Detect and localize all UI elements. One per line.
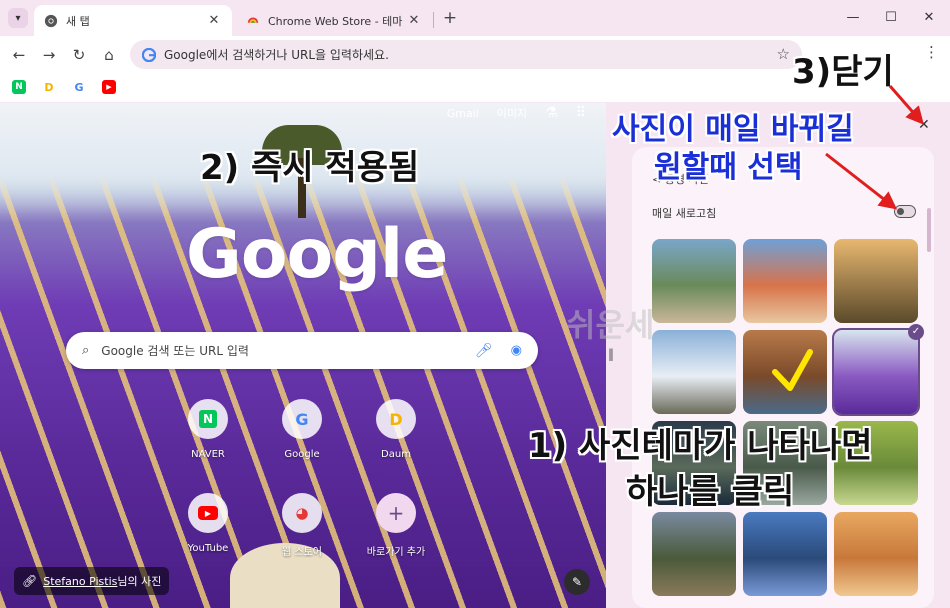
selected-check-icon: ✓ [908,324,924,340]
google-logo: Google [186,215,448,294]
minimize-button[interactable]: — [838,8,868,28]
tab-new-tab[interactable]: 새 탭 ✕ [34,5,232,36]
web-store-icon: ◕ [295,504,309,522]
youtube-bookmark[interactable]: ▶ [102,80,116,94]
images-link[interactable]: 이미지 [497,105,527,121]
annotation-step1-line2: 하나를 클릭 [626,472,795,512]
thumb-blue-lake[interactable] [743,512,827,596]
shortcut-web-store[interactable]: ◕ 웹 스토어 [262,493,342,558]
shortcut-label: 바로가기 추가 [366,547,426,558]
thumb-rocky-lake[interactable] [652,239,736,323]
home-icon[interactable]: ⌂ [98,44,120,66]
shortcut-youtube[interactable]: ▶ YouTube [168,493,248,554]
photo-author[interactable]: Stefano Pistis [43,575,117,588]
top-links: Gmail 이미지 ⚗ ⠿ [447,105,586,121]
tab-title: 새 탭 [66,14,90,28]
close-tab-icon[interactable]: ✕ [206,13,222,28]
daily-refresh-toggle[interactable] [894,205,916,218]
web-store-icon [247,17,259,23]
thumb-snowy-mountains[interactable] [652,330,736,414]
gmail-link[interactable]: Gmail [447,107,479,120]
photo-credit[interactable]: 🔗︎ Stefano Pistis 님의 사진 [14,567,170,595]
panel-scrollbar[interactable] [927,208,931,252]
shortcut-daum[interactable]: D Daum [356,399,436,460]
close-icon[interactable]: ✕ [918,117,930,133]
annotation-daily-line2: 원할때 선택 [654,150,803,185]
thumb-river-canyon[interactable] [743,330,827,414]
lens-camera-icon[interactable]: ◉ [511,343,522,358]
tab-title: Chrome Web Store - 테마 [268,14,403,28]
ntp-search-box[interactable]: ⌕ Google 검색 또는 URL 입력 🎤︎ ◉ [66,332,538,369]
tab-strip: ▾ 새 탭 ✕ Chrome Web Store - 테마 ✕ + — ☐ ✕ [0,0,950,36]
shortcut-label: YouTube [187,543,229,554]
shortcut-label: 웹 스토어 [282,547,322,558]
back-arrow-icon[interactable]: ← [8,44,30,66]
link-icon: 🔗︎ [22,574,38,588]
youtube-icon: ▶ [198,506,218,520]
address-placeholder: Google에서 검색하거나 URL을 입력하세요. [164,48,389,62]
window-close-button[interactable]: ✕ [914,8,944,28]
panel-resize-handle[interactable]: ‖ [606,103,618,608]
tab-search-button[interactable]: ▾ [8,8,28,28]
plus-icon: + [387,501,405,525]
shortcut-add[interactable]: + 바로가기 추가 [356,493,436,558]
chrome-icon [44,14,58,27]
forward-arrow-icon[interactable]: → [38,44,60,66]
maximize-button[interactable]: ☐ [876,8,906,28]
address-bar[interactable]: Google에서 검색하거나 URL을 입력하세요. ☆ [130,40,802,69]
new-tab-button[interactable]: + [440,8,460,28]
google-g-icon: G [295,409,309,429]
shortcut-google[interactable]: G Google [262,399,342,460]
menu-dots-icon[interactable]: ⋮ [924,43,939,61]
annotation-step2: 2) 즉시 적용됨 [200,148,420,188]
customize-pencil-icon[interactable]: ✎ [564,569,590,595]
close-tab-icon[interactable]: ✕ [406,13,422,28]
shortcut-label: Google [284,449,320,460]
tab-web-store[interactable]: Chrome Web Store - 테마 ✕ [236,5,432,36]
thumb-old-bridge[interactable] [652,512,736,596]
shortcut-naver[interactable]: N NAVER [168,399,248,460]
grip-icon: ‖ [608,347,614,361]
search-icon: ⌕ [82,343,90,358]
thumb-desert-dunes[interactable] [834,512,918,596]
naver-bookmark[interactable]: N [12,80,26,94]
thumb-red-arch[interactable] [743,239,827,323]
shortcut-label: NAVER [191,449,225,460]
labs-flask-icon[interactable]: ⚗ [545,105,558,121]
photo-credit-suffix: 님의 사진 [117,575,162,588]
shortcut-label: Daum [381,449,411,460]
chevron-down-icon: ▾ [15,12,21,24]
tab-divider [433,12,434,28]
daum-icon: D [389,409,403,429]
annotation-step1-line1: 1) 사진테마가 나타나면 [528,426,873,466]
ntp-search-placeholder: Google 검색 또는 URL 입력 [101,344,249,358]
thumb-canyon-sunset[interactable] [834,239,918,323]
watermark: 쉬운세 [566,306,655,344]
google-bookmark[interactable]: G [72,80,86,94]
bookmark-star-icon[interactable]: ☆ [777,45,790,63]
daum-bookmark[interactable]: D [42,80,56,94]
naver-icon: N [199,410,217,428]
annotation-step3: 3)닫기 [792,52,894,92]
thumb-lavender-field[interactable] [832,328,920,416]
microphone-icon[interactable]: 🎤︎ [475,343,493,359]
apps-grid-icon[interactable]: ⠿ [576,105,586,121]
reload-icon[interactable]: ↻ [68,44,90,66]
daily-refresh-label: 매일 새로고침 [652,207,717,220]
google-g-icon [142,47,156,62]
